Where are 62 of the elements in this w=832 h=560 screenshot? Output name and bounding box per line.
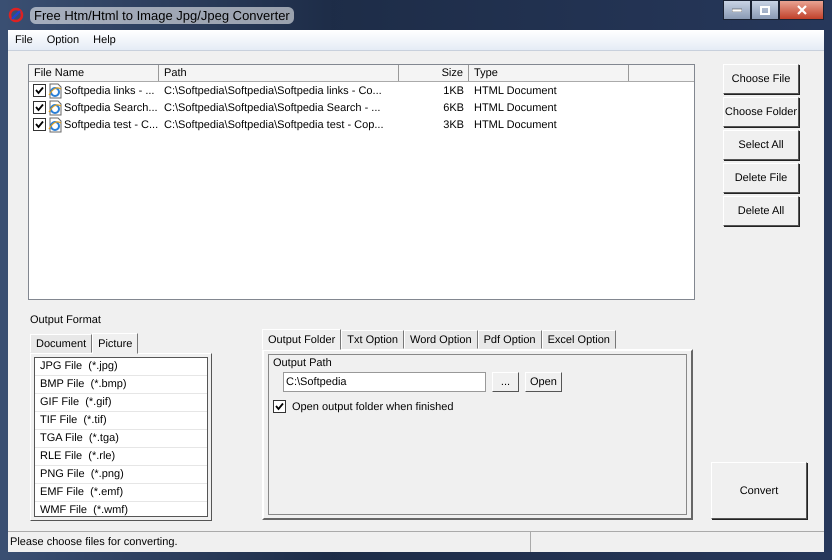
output-path-field[interactable]: C:\Softpedia bbox=[283, 372, 486, 392]
format-item[interactable]: TIF File (*.tif) bbox=[35, 412, 207, 430]
column-header[interactable]: Type bbox=[469, 65, 629, 81]
format-item[interactable]: GIF File (*.gif) bbox=[35, 394, 207, 412]
web-document-icon bbox=[47, 116, 63, 132]
maximize-button[interactable] bbox=[751, 0, 779, 20]
section-label: Output Format bbox=[30, 314, 102, 326]
file-name: Softpedia test - C... bbox=[64, 118, 158, 130]
format-item[interactable]: EMF File (*.emf) bbox=[35, 484, 207, 502]
tab[interactable]: Word Option bbox=[404, 330, 478, 349]
file-path: C:\Softpedia\Softpedia\Softpedia links - Co... bbox=[164, 84, 382, 96]
tab[interactable]: Output Folder bbox=[262, 329, 342, 350]
checkbox[interactable] bbox=[33, 101, 46, 114]
open-button[interactable]: Open bbox=[525, 372, 562, 392]
tab[interactable]: Pdf Option bbox=[478, 330, 542, 349]
checkbox[interactable] bbox=[33, 84, 46, 97]
close-button[interactable] bbox=[779, 0, 824, 20]
column-header[interactable]: File Name bbox=[29, 65, 159, 81]
web-document-icon bbox=[47, 100, 63, 116]
file-size: 1KB bbox=[443, 84, 464, 96]
menu-item[interactable]: Option bbox=[40, 34, 86, 46]
app-logo-icon bbox=[8, 7, 24, 23]
window-title: Free Htm/Html to Image Jpg/Jpeg Converter bbox=[30, 6, 294, 24]
tab[interactable]: Txt Option bbox=[341, 330, 404, 349]
format-item[interactable]: BMP File (*.bmp) bbox=[35, 376, 207, 394]
action-button[interactable]: Delete All bbox=[723, 196, 799, 226]
minimize-button[interactable] bbox=[723, 0, 751, 20]
file-type: HTML Document bbox=[474, 84, 557, 96]
tab[interactable]: Excel Option bbox=[542, 330, 616, 349]
format-item[interactable]: RLE File (*.rle) bbox=[35, 448, 207, 466]
menu-item[interactable]: File bbox=[8, 34, 40, 46]
file-type: HTML Document bbox=[474, 118, 557, 130]
status-text: Please choose files for converting. bbox=[8, 532, 531, 552]
browse-button[interactable]: ... bbox=[492, 372, 519, 392]
maximize-icon bbox=[760, 6, 770, 14]
checkbox-label: Open output folder when finished bbox=[292, 400, 454, 412]
group-label: Output Path bbox=[273, 357, 333, 369]
column-header[interactable]: Path bbox=[159, 65, 399, 81]
action-button[interactable]: Choose File bbox=[723, 64, 799, 94]
file-name: Softpedia links - ... bbox=[64, 84, 154, 96]
file-path: C:\Softpedia\Softpedia\Softpedia test - Cop... bbox=[164, 118, 384, 130]
tab[interactable]: Document bbox=[30, 334, 92, 353]
action-button[interactable]: Choose Folder bbox=[723, 97, 799, 127]
tab[interactable]: Picture bbox=[92, 333, 138, 354]
action-button[interactable]: Delete File bbox=[723, 163, 799, 193]
menu-item[interactable]: Help bbox=[86, 34, 123, 46]
file-path: C:\Softpedia\Softpedia\Softpedia Search - ... bbox=[164, 102, 380, 114]
format-item[interactable]: TGA File (*.tga) bbox=[35, 430, 207, 448]
file-size: 3KB bbox=[443, 118, 464, 130]
checkbox[interactable] bbox=[273, 400, 286, 413]
format-item[interactable]: JPG File (*.jpg) bbox=[35, 358, 207, 376]
checkbox[interactable] bbox=[33, 118, 46, 131]
format-item[interactable]: WMF File (*.wmf) bbox=[35, 502, 207, 516]
file-size: 6KB bbox=[443, 102, 464, 114]
close-icon bbox=[796, 5, 806, 15]
minimize-icon bbox=[732, 8, 742, 12]
format-item[interactable]: PNG File (*.png) bbox=[35, 466, 207, 484]
file-type: HTML Document bbox=[474, 102, 557, 114]
action-button[interactable]: Select All bbox=[723, 130, 799, 160]
convert-button[interactable]: Convert bbox=[711, 462, 807, 519]
file-name: Softpedia Search... bbox=[64, 102, 158, 114]
column-header[interactable]: Size bbox=[399, 65, 469, 81]
